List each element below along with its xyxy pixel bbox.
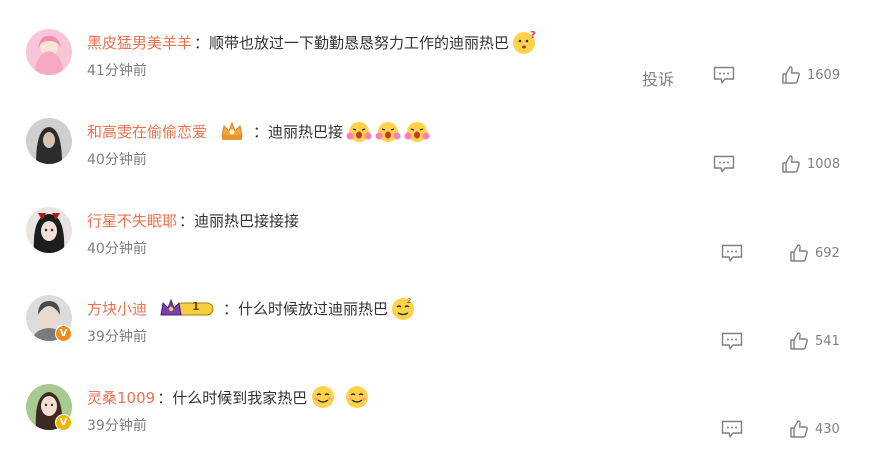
comment-line: 灵桑1009 ：什么时候到我家热巴 bbox=[87, 384, 370, 410]
like-button[interactable]: 430 bbox=[789, 419, 840, 439]
crown-level-icon bbox=[160, 298, 214, 316]
cheer-emoji-icon bbox=[375, 122, 401, 142]
thumbs-up-icon bbox=[782, 66, 800, 84]
smile-emoji-icon bbox=[312, 386, 335, 408]
verified-badge: V bbox=[55, 414, 72, 431]
comment-time: 40分钟前 bbox=[87, 241, 147, 257]
reply-button[interactable] bbox=[721, 332, 743, 350]
thumbs-up-icon bbox=[790, 420, 808, 438]
comment-item: V 灵桑1009 ：什么时候到我家热巴 39分钟前 430 bbox=[0, 384, 877, 472]
comment-line: 行星不失眠耶 ：迪丽热巴接接接 bbox=[87, 207, 299, 233]
reply-button[interactable] bbox=[721, 420, 743, 438]
like-button[interactable]: 692 bbox=[789, 243, 840, 263]
cheer-emoji-icon bbox=[346, 122, 372, 142]
username[interactable]: 黑皮猛男美羊羊 bbox=[87, 32, 192, 53]
avatar[interactable] bbox=[26, 207, 72, 253]
comment-item: V 方块小迪 1 ：什么时候放过迪丽热巴 z 39分钟前 541 bbox=[0, 295, 877, 383]
cheer-emoji-icon bbox=[404, 122, 430, 142]
verified-badge: V bbox=[55, 325, 72, 342]
reply-button[interactable] bbox=[713, 66, 735, 84]
like-count: 1008 bbox=[807, 156, 841, 172]
comment-line: 和高雯在偷偷恋爱 ：迪丽热巴接 bbox=[87, 118, 430, 144]
thumbs-up-icon bbox=[790, 332, 808, 350]
comment-icon bbox=[721, 332, 743, 350]
comment-text: ：什么时候放过迪丽热巴 bbox=[223, 299, 389, 318]
thinking-emoji-icon: ? bbox=[513, 30, 536, 54]
comment-item: 行星不失眠耶 ：迪丽热巴接接接 40分钟前 692 bbox=[0, 207, 877, 295]
thumbs-up-icon bbox=[790, 244, 808, 262]
comment-icon bbox=[713, 66, 735, 84]
like-count: 430 bbox=[815, 421, 840, 437]
report-label: 投诉 bbox=[642, 70, 675, 89]
level-number: 1 bbox=[192, 300, 200, 313]
comment-line: 黑皮猛男美羊羊 ：顺带也放过一下勤勤恳恳努力工作的迪丽热巴 ? bbox=[87, 29, 538, 55]
username[interactable]: 行星不失眠耶 bbox=[87, 210, 177, 231]
like-button[interactable]: 1609 bbox=[781, 65, 840, 85]
comment-time: 40分钟前 bbox=[87, 152, 147, 168]
reply-button[interactable] bbox=[721, 244, 743, 262]
like-count: 1609 bbox=[807, 67, 841, 83]
fan-crown-icon bbox=[221, 121, 243, 140]
comment-icon bbox=[713, 155, 735, 173]
comment-item: 和高雯在偷偷恋爱 ：迪丽热巴接 40分钟前 1008 bbox=[0, 118, 877, 206]
svg-text:z: z bbox=[407, 296, 411, 305]
comment-icon bbox=[721, 244, 743, 262]
report-button[interactable]: 投诉 bbox=[642, 66, 674, 90]
comment-time: 39分钟前 bbox=[87, 329, 147, 345]
comment-time: 39分钟前 bbox=[87, 418, 147, 434]
comment-line: 方块小迪 1 ：什么时候放过迪丽热巴 z bbox=[87, 295, 417, 321]
comment-text: ：顺带也放过一下勤勤恳恳努力工作的迪丽热巴 bbox=[194, 33, 510, 52]
comment-text: ：什么时候到我家热巴 bbox=[157, 388, 308, 407]
like-button[interactable]: 541 bbox=[789, 331, 840, 351]
comment-time: 41分钟前 bbox=[87, 63, 147, 79]
reply-button[interactable] bbox=[713, 155, 735, 173]
comment-item: 黑皮猛男美羊羊 ：顺带也放过一下勤勤恳恳努力工作的迪丽热巴 ? 41分钟前 投诉… bbox=[0, 29, 877, 117]
like-count: 692 bbox=[815, 245, 840, 261]
username[interactable]: 方块小迪 bbox=[87, 298, 147, 319]
username[interactable]: 灵桑1009 bbox=[87, 387, 155, 408]
like-button[interactable]: 1008 bbox=[781, 154, 840, 174]
comment-icon bbox=[721, 420, 743, 438]
avatar[interactable] bbox=[26, 29, 72, 75]
sleepy-emoji-icon: z bbox=[392, 296, 415, 320]
level-badge: 1 bbox=[159, 297, 215, 319]
like-count: 541 bbox=[815, 333, 840, 349]
avatar[interactable] bbox=[26, 118, 72, 164]
thumbs-up-icon bbox=[782, 155, 800, 173]
svg-text:?: ? bbox=[530, 30, 536, 41]
comment-text: ：迪丽热巴接 bbox=[253, 122, 344, 141]
username[interactable]: 和高雯在偷偷恋爱 bbox=[87, 121, 207, 142]
smile-emoji-icon bbox=[346, 386, 369, 408]
comment-text: ：迪丽热巴接接接 bbox=[179, 211, 300, 230]
